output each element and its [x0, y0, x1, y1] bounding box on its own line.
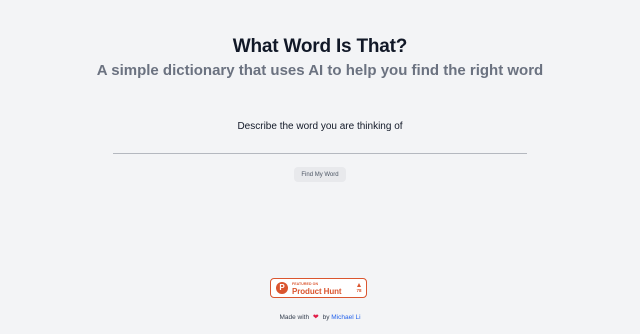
product-hunt-name: Product Hunt [292, 287, 342, 296]
page-subtitle: A simple dictionary that uses AI to help… [96, 62, 544, 79]
product-hunt-badge[interactable]: P FEATURED ON Product Hunt 78 [270, 278, 367, 298]
describe-input[interactable] [113, 136, 527, 154]
find-my-word-button[interactable]: Find My Word [294, 167, 346, 182]
upvote-arrow-icon [357, 283, 361, 287]
page-title: What Word Is That? [232, 36, 408, 57]
footer: Made with ❤ by Michael Li [0, 313, 640, 321]
upvote-count: 78 [356, 288, 362, 293]
footer-by: by [322, 314, 330, 321]
product-hunt-logo-icon: P [276, 282, 288, 294]
product-hunt-upvotes: 78 [355, 281, 363, 295]
footer-made-with: Made with [279, 314, 310, 321]
describe-label: Describe the word you are thinking of [237, 121, 403, 132]
author-link[interactable]: Michael Li [331, 314, 360, 321]
product-hunt-featured-label: FEATURED ON [292, 282, 319, 286]
heart-icon: ❤ [312, 314, 319, 321]
page: What Word Is That? A simple dictionary t… [0, 0, 640, 334]
